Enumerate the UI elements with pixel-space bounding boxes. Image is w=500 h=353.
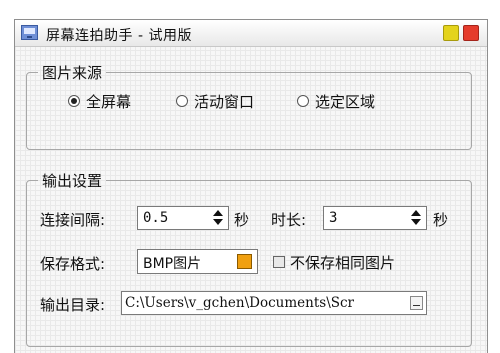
browse-folder-button[interactable] xyxy=(410,296,423,310)
radio-selected-region[interactable]: 选定区域 xyxy=(297,91,375,111)
image-source-legend: 图片来源 xyxy=(42,64,103,82)
output-dir-value: C:\Users\v_gchen\Documents\Scr xyxy=(125,295,355,311)
format-label: 保存格式: xyxy=(40,255,106,273)
interval-label: 连接间隔: xyxy=(40,211,106,229)
skip-duplicates-checkbox[interactable]: 不保存相同图片 xyxy=(273,252,395,272)
interval-spinbox[interactable]: 0.5 xyxy=(137,206,229,230)
minimize-button[interactable] xyxy=(443,25,459,41)
window-title: 屏幕连拍助手 - 试用版 xyxy=(46,28,192,44)
radio-selected-region-label: 选定区域 xyxy=(315,92,376,111)
radio-fullscreen[interactable]: 全屏幕 xyxy=(68,91,131,111)
skip-duplicates-label: 不保存相同图片 xyxy=(290,253,396,272)
close-button[interactable] xyxy=(463,25,479,41)
duration-unit: 秒 xyxy=(433,211,449,229)
interval-value: 0.5 xyxy=(143,210,169,226)
app-icon xyxy=(21,25,38,40)
checkbox-icon xyxy=(273,256,285,268)
format-select[interactable]: BMP图片 xyxy=(137,249,258,274)
radio-active-window[interactable]: 活动窗口 xyxy=(176,91,254,111)
output-dir-label: 输出目录: xyxy=(40,296,106,314)
spin-arrows-icon[interactable] xyxy=(411,209,421,227)
format-value: BMP图片 xyxy=(143,256,202,272)
duration-label: 时长: xyxy=(271,211,307,229)
format-dropdown-icon[interactable] xyxy=(237,254,252,269)
spin-arrows-icon[interactable] xyxy=(213,209,223,227)
browse-icon xyxy=(413,305,420,306)
radio-unchecked-icon xyxy=(297,95,309,107)
title-bar[interactable]: 屏幕连拍助手 - 试用版 xyxy=(15,20,487,47)
duration-spinbox[interactable]: 3 xyxy=(323,206,427,230)
output-dir-field[interactable]: C:\Users\v_gchen\Documents\Scr xyxy=(121,291,427,315)
interval-unit: 秒 xyxy=(234,211,250,229)
radio-active-window-label: 活动窗口 xyxy=(194,92,255,111)
duration-value: 3 xyxy=(329,210,338,226)
output-settings-legend: 输出设置 xyxy=(42,172,103,190)
radio-unchecked-icon xyxy=(176,95,188,107)
radio-checked-icon xyxy=(68,95,80,107)
radio-fullscreen-label: 全屏幕 xyxy=(86,92,132,111)
